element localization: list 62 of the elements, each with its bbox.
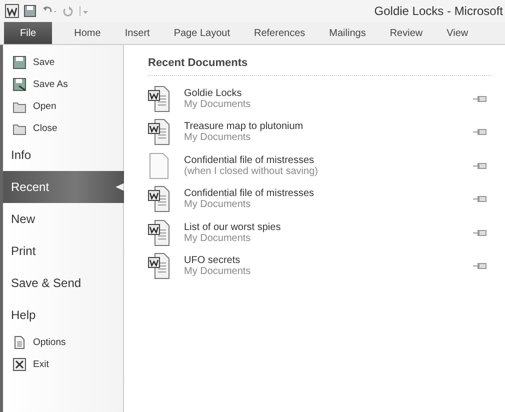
document-location: My Documents bbox=[184, 199, 251, 210]
recent-document[interactable]: Confidential file of mistresses My Documents bbox=[184, 188, 473, 210]
recent-document[interactable]: List of our worst spies My Documents bbox=[184, 222, 473, 244]
menu-item[interactable]: Save bbox=[3, 51, 123, 73]
document-name: UFO secrets bbox=[184, 255, 240, 266]
folder-icon bbox=[13, 100, 26, 112]
save-icon[interactable] bbox=[24, 5, 36, 17]
folder-icon bbox=[13, 122, 26, 134]
document-name: Confidential file of mistresses bbox=[184, 154, 314, 166]
pin-icon[interactable] bbox=[473, 262, 487, 270]
menu-item[interactable]: Info bbox=[3, 139, 123, 171]
window-title: Goldie Locks - Microsoft bbox=[374, 4, 504, 18]
ribbon-tab[interactable]: Mailings bbox=[317, 22, 378, 44]
ribbon-tab[interactable]: Home bbox=[62, 22, 113, 44]
menu-item[interactable]: Options bbox=[3, 331, 123, 353]
document-name: Treasure map to plutonium bbox=[184, 121, 304, 132]
menu-item[interactable]: Save & Send bbox=[3, 267, 123, 299]
document-name: Confidential file of mistresses bbox=[184, 188, 314, 200]
menu-item[interactable]: Recent bbox=[3, 171, 124, 203]
word-icon[interactable] bbox=[5, 4, 19, 18]
pin-icon[interactable] bbox=[473, 228, 487, 237]
save-as-icon bbox=[13, 78, 26, 90]
pin-icon[interactable] bbox=[473, 195, 487, 204]
section-heading: Recent Documents bbox=[148, 57, 491, 76]
word-document-icon bbox=[148, 119, 170, 146]
ribbon-tab[interactable]: View bbox=[434, 22, 480, 44]
menu-item[interactable]: Close bbox=[3, 117, 123, 139]
recent-document[interactable]: Confidential file of mistresses (when I closed without saving) bbox=[184, 154, 473, 177]
menu-item[interactable]: Save As bbox=[3, 73, 123, 95]
menu-item[interactable]: New bbox=[3, 203, 123, 235]
word-document-icon bbox=[148, 186, 170, 212]
recent-document[interactable]: Goldie Locks My Documents bbox=[184, 88, 473, 110]
blank-document-icon bbox=[148, 152, 170, 179]
ribbon-tab[interactable]: Page Layout bbox=[162, 22, 242, 44]
ribbon-tab[interactable]: References bbox=[242, 22, 318, 44]
document-location: My Documents bbox=[184, 232, 251, 244]
word-document-icon bbox=[148, 220, 170, 246]
document-icon bbox=[13, 336, 26, 348]
menu-item[interactable]: Open bbox=[3, 95, 123, 117]
pin-icon[interactable] bbox=[473, 162, 487, 170]
redo-icon[interactable] bbox=[62, 5, 74, 17]
ribbon-tab[interactable]: Review bbox=[378, 22, 435, 44]
customize-icon[interactable] bbox=[79, 5, 89, 17]
word-document-icon bbox=[148, 86, 170, 112]
document-location: (when I closed without saving) bbox=[184, 166, 318, 177]
recent-document[interactable]: Treasure map to plutonium My Documents bbox=[184, 121, 473, 144]
pin-icon[interactable] bbox=[473, 94, 487, 103]
pin-icon[interactable] bbox=[473, 128, 487, 136]
menu-item[interactable]: Help bbox=[3, 299, 123, 331]
document-location: My Documents bbox=[184, 98, 251, 110]
save-icon bbox=[13, 56, 26, 68]
word-document-icon bbox=[148, 253, 170, 280]
ribbon-tab[interactable]: File bbox=[4, 22, 52, 44]
menu-item[interactable]: Print bbox=[3, 235, 123, 267]
recent-document[interactable]: UFO secrets My Documents bbox=[184, 255, 473, 278]
document-location: My Documents bbox=[184, 132, 251, 144]
document-name: Goldie Locks bbox=[184, 88, 242, 99]
menu-item[interactable]: Exit bbox=[3, 353, 123, 375]
close-icon bbox=[13, 358, 26, 370]
document-name: List of our worst spies bbox=[184, 222, 281, 233]
document-location: My Documents bbox=[184, 266, 251, 278]
ribbon-tab[interactable]: Insert bbox=[112, 22, 162, 44]
